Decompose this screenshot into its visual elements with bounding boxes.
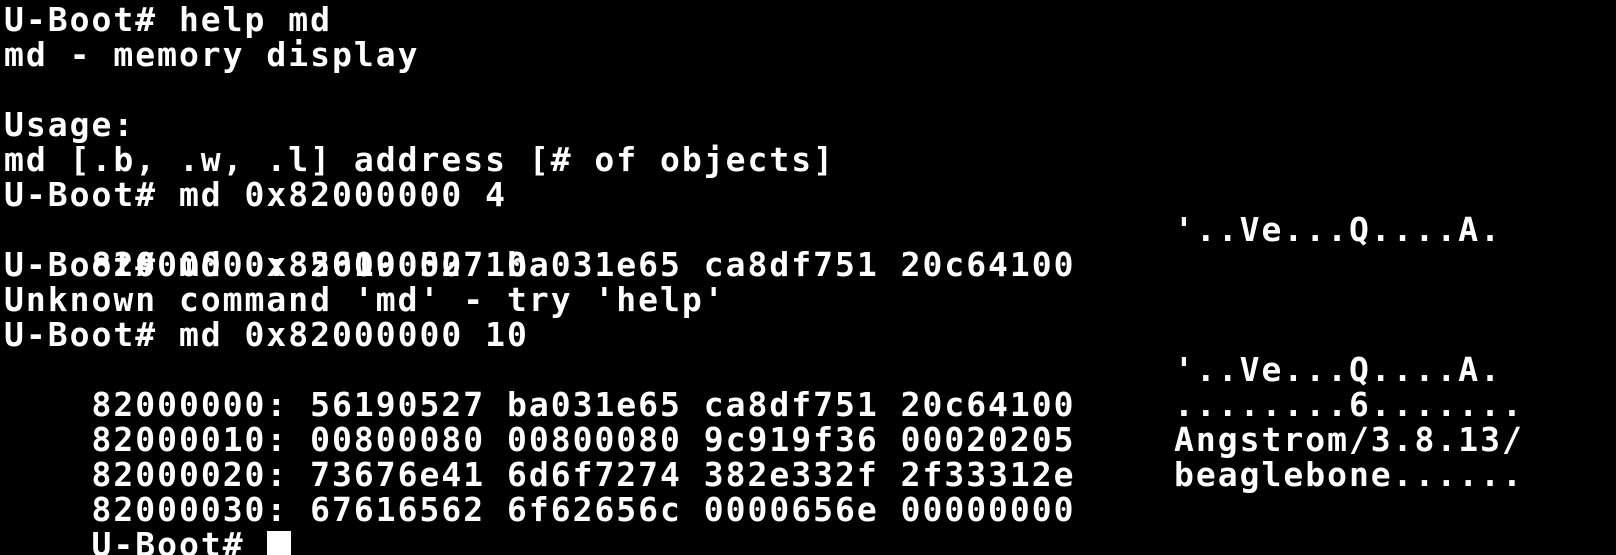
terminal-line: U-Boot# md 0x82000000 10	[4, 245, 529, 284]
memory-dump-ascii: '..Ve...Q....A.	[1174, 350, 1503, 389]
memory-dump-row: 82000010: 00800080 00800080 9c919f36 000…	[4, 387, 1521, 457]
memory-dump-row: 82000000: 56190527 ba031e65 ca8df751 20c…	[4, 352, 1500, 422]
terminal-window[interactable]: U-Boot# help md md - memory display Usag…	[0, 0, 1616, 555]
terminal-line: U-Boot# help md	[4, 0, 333, 39]
memory-dump-ascii: '..Ve...Q....A.	[1174, 210, 1503, 249]
text-cursor	[267, 531, 292, 555]
terminal-line: U-Boot# md 0x82000000 4	[4, 175, 507, 214]
memory-dump-ascii: Angstrom/3.8.13/	[1174, 420, 1524, 459]
memory-dump-ascii: ........6.......	[1174, 385, 1524, 424]
terminal-line: md [.b, .w, .l] address [# of objects]	[4, 140, 835, 179]
memory-dump-row: 82000030: 67616562 6f62656c 0000656e 000…	[4, 457, 1521, 527]
memory-dump-row: 82000000: 56190527 ba031e65 ca8df751 20c…	[4, 212, 1500, 282]
memory-dump-ascii: beaglebone......	[1174, 455, 1524, 494]
terminal-line: U-Boot# md 0x82000000 10	[4, 315, 529, 354]
terminal-line: md - memory display	[4, 35, 420, 74]
terminal-line: Unknown command 'md' - try 'help'	[4, 280, 726, 319]
memory-dump-row: 82000020: 73676e41 6d6f7274 382e332f 2f3…	[4, 422, 1521, 492]
prompt-text: U-Boot#	[91, 525, 267, 555]
command-prompt-line[interactable]: U-Boot#	[4, 492, 292, 555]
terminal-line: Usage:	[4, 105, 136, 144]
